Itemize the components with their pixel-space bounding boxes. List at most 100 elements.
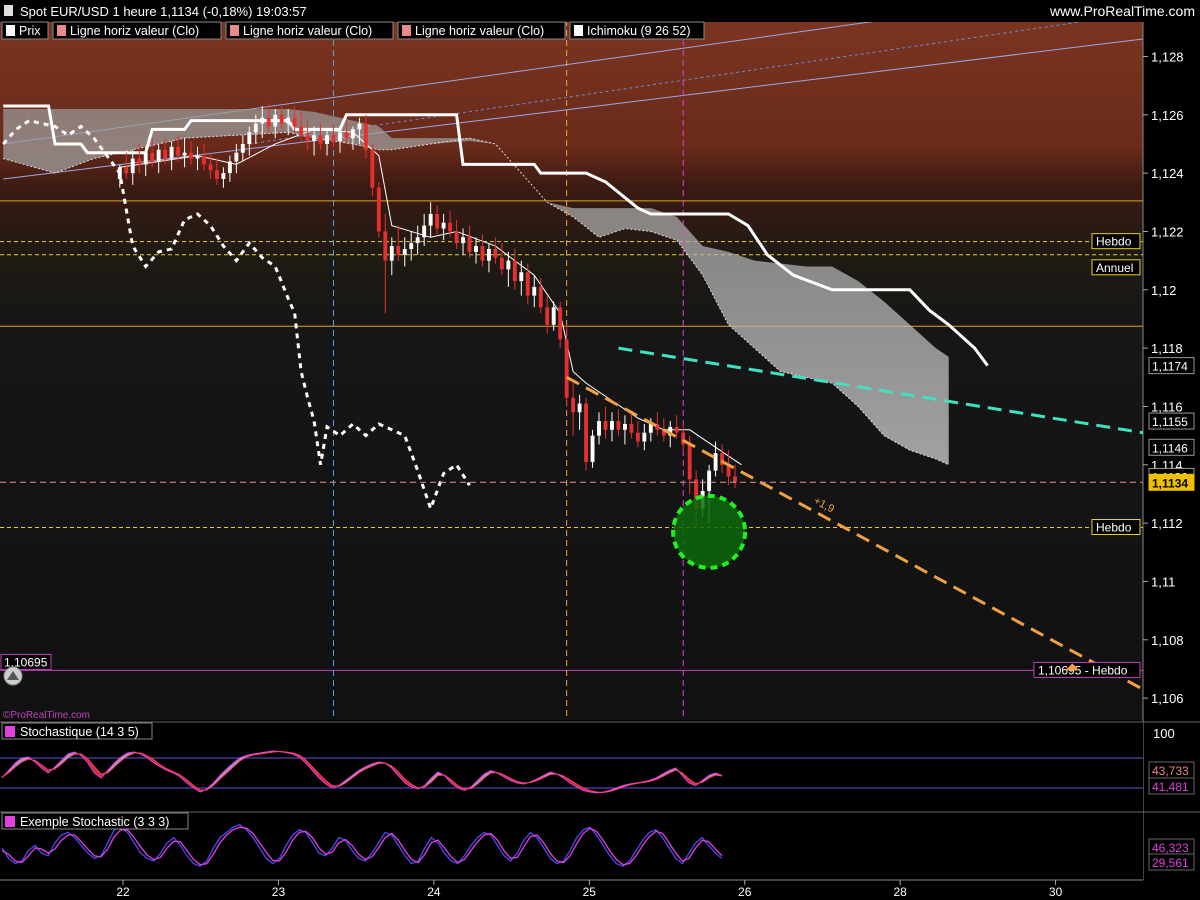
candle-body: [486, 248, 491, 261]
candle-body: [687, 444, 692, 480]
stoch2-title-swatch: [5, 816, 15, 827]
chart-title: Spot EUR/USD 1 heure 1,1134 (-0,18%) 19:…: [20, 4, 307, 19]
candle-body: [622, 423, 627, 430]
candle-body: [234, 152, 239, 162]
candle-body: [344, 132, 349, 139]
candle-body: [130, 158, 135, 174]
candle-body: [415, 237, 420, 244]
candle-body: [590, 435, 595, 462]
legend-label: Ligne horiz valeur (Clo): [243, 24, 372, 38]
header-square-icon: [4, 5, 13, 16]
stoch-title-swatch: [5, 726, 15, 737]
candle-body: [221, 173, 226, 179]
legend-label: Ichimoku (9 26 52): [587, 24, 691, 38]
legend-swatch: [6, 25, 15, 36]
y-tick-label: 1,124: [1151, 166, 1184, 181]
chart-canvas: +1,91,1281,1261,1241,1221,121,1181,1161,…: [0, 0, 1200, 900]
price-label-text: 1,1155: [1152, 415, 1188, 429]
candle-body: [454, 231, 459, 244]
candle-body: [635, 432, 640, 442]
candle-body: [551, 307, 556, 325]
candle-body: [422, 225, 427, 238]
y-tick-label: 1,11: [1151, 574, 1175, 589]
candle-body: [506, 260, 511, 270]
candle-body: [247, 132, 252, 144]
candle-body: [266, 117, 271, 127]
y-tick-label: 1,12: [1151, 283, 1176, 298]
stoch-value-label: 43,733: [1152, 764, 1189, 778]
stoch2-value-label: 46,323: [1152, 841, 1189, 855]
candle-body: [435, 213, 440, 229]
candle-body: [176, 146, 181, 156]
legend-label: Ligne horiz valeur (Clo): [70, 24, 199, 38]
candle-body: [312, 135, 317, 142]
candle-body: [195, 155, 200, 159]
watermark-url: www.ProRealTime.com: [1049, 3, 1195, 19]
candle-body: [629, 423, 634, 433]
stoch2-value-label: 29,561: [1152, 856, 1189, 870]
y-tick-label: 1,112: [1151, 516, 1183, 531]
x-tick-label: 30: [1049, 885, 1063, 899]
legend-swatch: [57, 25, 66, 36]
legend-swatch: [230, 25, 239, 36]
candle-body: [538, 286, 543, 308]
legend-swatch: [402, 25, 411, 36]
candle-body: [253, 123, 258, 133]
candle-body: [584, 403, 589, 462]
legend-label: Prix: [19, 24, 41, 38]
candle-body: [156, 149, 161, 162]
candle-body: [182, 152, 187, 156]
candle-body: [402, 248, 407, 255]
candle-body: [493, 248, 498, 258]
candle-body: [597, 421, 601, 436]
candle-body: [338, 132, 342, 142]
candle-body: [292, 117, 297, 127]
candle-body: [370, 149, 375, 188]
candle-body: [318, 135, 323, 144]
candle-body: [215, 170, 219, 179]
y-tick-label: 1,116: [1151, 399, 1183, 414]
stoch-title: Stochastique (14 3 5): [20, 725, 139, 739]
candle-body: [227, 161, 232, 174]
price-label-text: 1,1174: [1152, 360, 1188, 374]
legend-swatch: [574, 25, 583, 36]
stochastique-pane: Stochastique (14 3 5) 100 43,733 41,481: [0, 721, 1200, 812]
candle-body: [642, 432, 647, 442]
target-zone-circle: [671, 493, 748, 570]
candle-body: [461, 237, 465, 244]
candle-body: [480, 246, 485, 261]
candle-body: [733, 476, 737, 483]
candle-body: [525, 272, 530, 296]
candle-body: [707, 470, 712, 492]
candle-body: [363, 123, 368, 150]
candle-body: [357, 123, 362, 130]
candle-body: [428, 213, 433, 226]
y-tick-label: 1,128: [1151, 49, 1184, 64]
candle-body: [325, 135, 329, 144]
time-axis: 22 23 24 25 26 28 30: [0, 879, 1200, 900]
candle-body: [610, 421, 614, 430]
candle-body: [163, 149, 168, 159]
y-tick-label: 1,118: [1151, 341, 1183, 356]
candle-body: [273, 114, 278, 127]
candle-body: [260, 117, 265, 124]
candle-body: [577, 403, 582, 413]
candle-body: [474, 246, 478, 252]
x-axis-background: [0, 880, 1200, 900]
stoch-tick-100: 100: [1153, 726, 1175, 741]
candle-body: [299, 126, 304, 136]
candle-body: [117, 167, 122, 179]
level-label-text: Annuel: [1096, 261, 1133, 275]
candle-body: [499, 257, 504, 270]
price-label-text: 1,1146: [1152, 441, 1188, 455]
candle-body: [383, 231, 388, 261]
candle-body: [240, 143, 245, 153]
stoch-value-label: 41,481: [1152, 780, 1189, 794]
candle-body: [603, 421, 608, 430]
candle-body: [124, 167, 129, 174]
candle-body: [558, 307, 563, 340]
candle-body: [202, 155, 206, 165]
x-tick-label: 23: [272, 885, 286, 899]
candle-body: [519, 272, 524, 282]
candle-body: [441, 222, 446, 229]
